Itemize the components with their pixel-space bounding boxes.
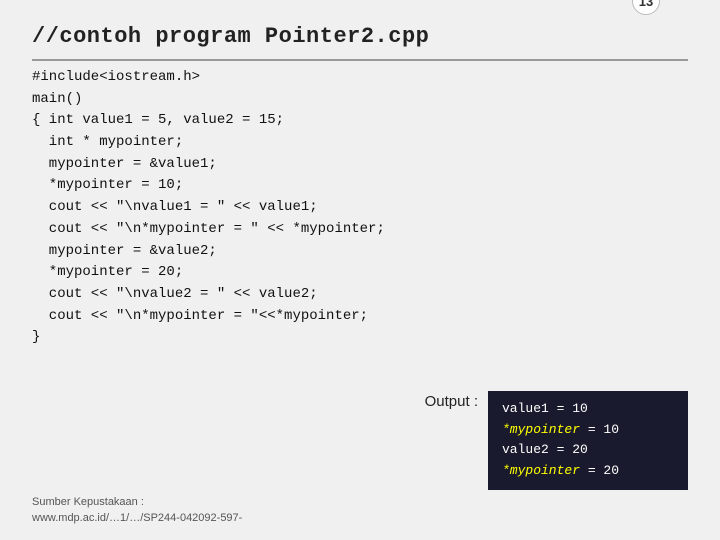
footer-line1: Sumber Kepustakaan : xyxy=(32,495,242,510)
slide-badge: 13 xyxy=(632,0,660,15)
output-label: Output : xyxy=(425,391,478,410)
footer-line2: www.mdp.ac.id/…1/…/SP244-042092-597- xyxy=(32,511,242,526)
divider xyxy=(32,59,688,61)
code-block: #include<iostream.h> main() { int value1… xyxy=(32,67,688,349)
output-box: value1 = 10*mypointer = 10value2 = 20*my… xyxy=(488,391,688,490)
output-area: Output : value1 = 10*mypointer = 10value… xyxy=(425,391,688,490)
slide: //contoh program Pointer2.cpp 13 #includ… xyxy=(0,0,720,540)
footer: Sumber Kepustakaan : www.mdp.ac.id/…1/…/… xyxy=(32,495,242,526)
slide-title: //contoh program Pointer2.cpp xyxy=(32,24,688,49)
